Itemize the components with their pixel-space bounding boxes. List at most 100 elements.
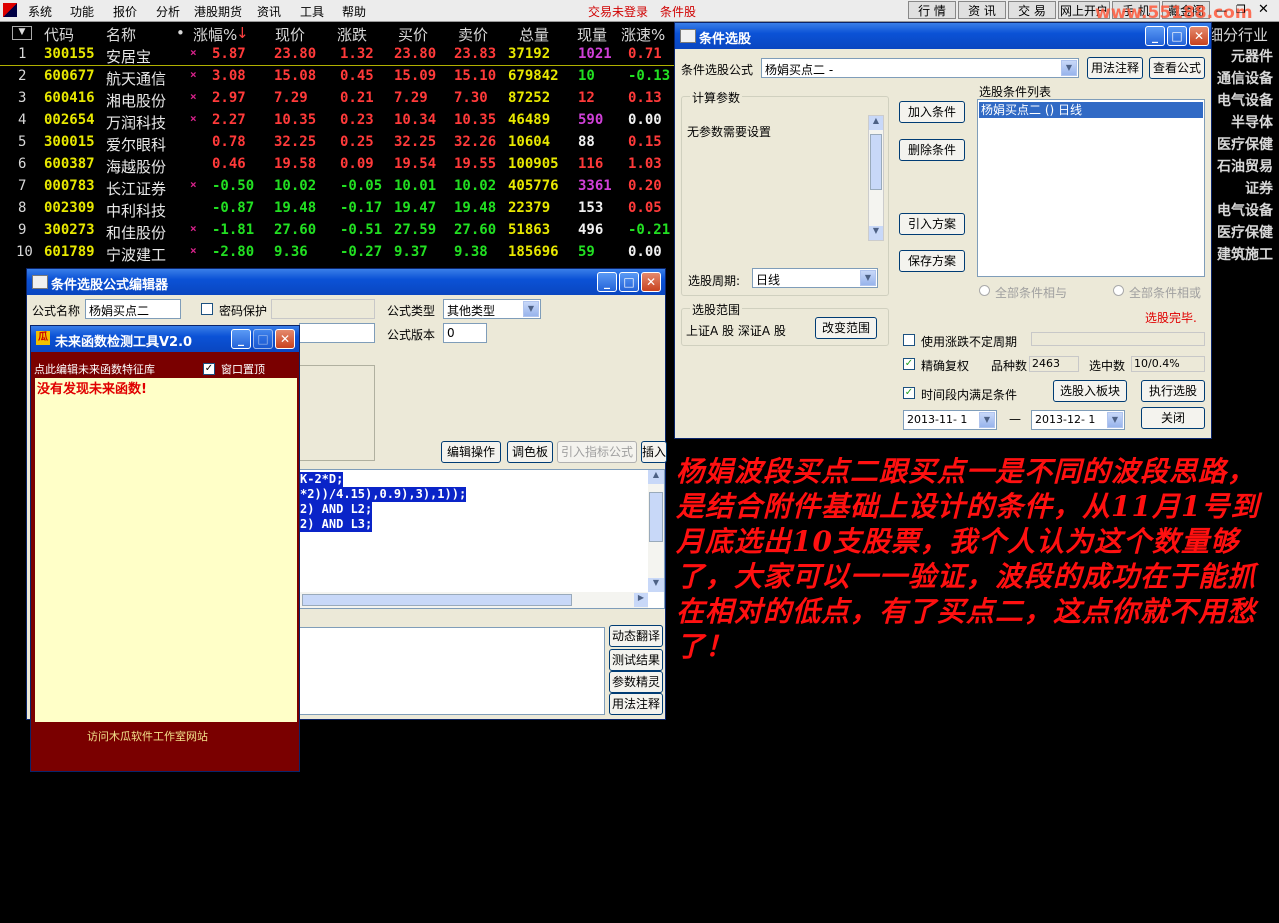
- formula-version-input[interactable]: 0: [443, 323, 487, 343]
- tab-quotes[interactable]: 行 情: [908, 1, 956, 19]
- minimize-icon[interactable]: _: [597, 272, 617, 292]
- close-icon[interactable]: ✕: [275, 329, 295, 349]
- topmost-checkbox[interactable]: ✓: [203, 363, 215, 375]
- minimize-icon[interactable]: _: [231, 329, 251, 349]
- col-code[interactable]: 代码: [44, 24, 74, 45]
- menu-info[interactable]: 资讯: [257, 3, 281, 20]
- edit-ops-button[interactable]: 编辑操作: [441, 441, 501, 463]
- menu-system[interactable]: 系统: [28, 3, 52, 20]
- change-range-button[interactable]: 改变范围: [815, 317, 877, 339]
- menu-tools[interactable]: 工具: [300, 3, 324, 20]
- edit-lib-link[interactable]: 点此编辑未来函数特征库: [34, 361, 155, 377]
- uncertain-label: 使用涨跌不定周期: [921, 335, 1018, 349]
- radio-and-icon[interactable]: [979, 285, 990, 296]
- date-to-picker[interactable]: 2013-12- 1 ▼: [1031, 410, 1125, 430]
- row-name: 长江证券: [106, 180, 167, 198]
- view-formula-button[interactable]: 查看公式: [1149, 57, 1205, 79]
- code-editor[interactable]: K-2*D; *2))/4.15),0.9),3),1)); 2) AND L2…: [299, 469, 665, 609]
- menu-analysis[interactable]: 分析: [156, 3, 180, 20]
- stock-screener-titlebar[interactable]: 条件选股 _ □ ✕: [675, 23, 1211, 49]
- tab-trade[interactable]: 交 易: [1008, 1, 1056, 19]
- future-func-titlebar[interactable]: 瓜 未来函数检测工具V2.0 _ □ ✕: [31, 326, 299, 352]
- close-icon[interactable]: ✕: [641, 272, 661, 292]
- minimize-icon[interactable]: _: [1145, 26, 1165, 46]
- condition-list[interactable]: 杨娟买点二 () 日线: [977, 99, 1205, 277]
- maximize-icon[interactable]: □: [1167, 26, 1187, 46]
- menu-function[interactable]: 功能: [70, 3, 94, 20]
- chevron-down-icon[interactable]: ▼: [1061, 60, 1077, 76]
- params-scrollbar[interactable]: ▲ ▼: [868, 115, 884, 241]
- scroll-up-icon[interactable]: ▲: [648, 470, 664, 484]
- scroll-thumb[interactable]: [302, 594, 572, 606]
- menu-hk-futures[interactable]: 港股期货: [194, 3, 242, 20]
- maximize-icon[interactable]: □: [619, 272, 639, 292]
- radio-or-icon[interactable]: [1113, 285, 1124, 296]
- tab-news[interactable]: 资 讯: [958, 1, 1006, 19]
- close-icon[interactable]: ✕: [1258, 2, 1272, 17]
- formula-desc-input[interactable]: [299, 323, 375, 343]
- maximize-icon[interactable]: □: [253, 329, 273, 349]
- column-menu-icon[interactable]: ▼: [12, 26, 32, 40]
- top-sector-header[interactable]: 细分行业: [1208, 24, 1268, 45]
- formula-name-input[interactable]: 杨娟买点二: [85, 299, 181, 319]
- trade-status[interactable]: 交易未登录: [588, 3, 648, 20]
- close-icon[interactable]: ✕: [1189, 26, 1209, 46]
- formula-select[interactable]: 杨娟买点二 - ▼: [761, 58, 1079, 78]
- scroll-thumb[interactable]: [649, 492, 663, 542]
- precise-checkbox[interactable]: ✓: [903, 358, 915, 370]
- time-cond-checkbox[interactable]: ✓: [903, 387, 915, 399]
- palette-button[interactable]: 调色板: [507, 441, 553, 463]
- delete-condition-button[interactable]: 删除条件: [899, 139, 965, 161]
- all-and-label: 全部条件相与: [995, 286, 1068, 300]
- col-cur-vol[interactable]: 现量: [577, 24, 607, 45]
- formula-type-select[interactable]: 其他类型 ▼: [443, 299, 541, 319]
- add-condition-button[interactable]: 加入条件: [899, 101, 965, 123]
- usage-note-button[interactable]: 用法注释: [1087, 57, 1143, 79]
- formula-editor-titlebar[interactable]: 条件选股公式编辑器 _ □ ✕: [27, 269, 665, 295]
- condition-list-item[interactable]: 杨娟买点二 () 日线: [979, 102, 1203, 118]
- col-change[interactable]: 涨跌: [337, 24, 367, 45]
- row-speed: -0.13: [628, 68, 671, 84]
- date-from-picker[interactable]: 2013-11- 1 ▼: [903, 410, 997, 430]
- chevron-down-icon[interactable]: ▼: [979, 412, 995, 428]
- col-pct[interactable]: 涨幅%: [193, 24, 237, 45]
- col-speed[interactable]: 涨速%: [621, 24, 665, 45]
- period-select[interactable]: 日线 ▼: [752, 268, 878, 288]
- row-volume: 87252: [508, 90, 551, 106]
- visit-site-link[interactable]: 访问木瓜软件工作室网站: [87, 728, 208, 744]
- import-indicator-button[interactable]: 引入指标公式: [557, 441, 637, 463]
- col-ask[interactable]: 卖价: [458, 24, 488, 45]
- to-board-button[interactable]: 选股入板块: [1053, 380, 1127, 402]
- scroll-down-icon[interactable]: ▼: [869, 226, 883, 240]
- chevron-down-icon[interactable]: ▼: [1107, 412, 1123, 428]
- code-vscroll[interactable]: ▲ ▼: [648, 470, 664, 592]
- import-plan-button[interactable]: 引入方案: [899, 213, 965, 235]
- menu-quote[interactable]: 报价: [113, 3, 137, 20]
- menu-help[interactable]: 帮助: [342, 3, 366, 20]
- scroll-right-icon[interactable]: ▶: [634, 593, 648, 607]
- test-result-button[interactable]: 测试结果: [609, 649, 663, 671]
- code-hscroll[interactable]: ▶: [300, 592, 648, 608]
- condition-stock-status[interactable]: 条件股: [660, 3, 696, 20]
- execute-button[interactable]: 执行选股: [1141, 380, 1205, 402]
- restore-icon[interactable]: ❐: [1236, 3, 1250, 16]
- window-title: 未来函数检测工具V2.0: [55, 335, 193, 350]
- param-wizard-button[interactable]: 参数精灵: [609, 671, 663, 693]
- minimize-icon[interactable]: —: [1216, 4, 1230, 17]
- usage-note-button[interactable]: 用法注释: [609, 693, 663, 715]
- chevron-down-icon[interactable]: ▼: [523, 301, 539, 317]
- password-checkbox[interactable]: [201, 303, 213, 315]
- uncertain-checkbox[interactable]: [903, 334, 915, 346]
- close-button[interactable]: 关闭: [1141, 407, 1205, 429]
- scroll-thumb[interactable]: [870, 134, 882, 190]
- col-bid[interactable]: 买价: [398, 24, 428, 45]
- scroll-up-icon[interactable]: ▲: [869, 116, 883, 130]
- col-name[interactable]: 名称: [106, 24, 136, 45]
- chevron-down-icon[interactable]: ▼: [860, 270, 876, 286]
- save-plan-button[interactable]: 保存方案: [899, 250, 965, 272]
- col-price[interactable]: 现价: [275, 24, 305, 45]
- dynamic-translate-button[interactable]: 动态翻译: [609, 625, 663, 647]
- col-volume[interactable]: 总量: [519, 24, 549, 45]
- insert-button[interactable]: 插入: [641, 441, 667, 463]
- scroll-down-icon[interactable]: ▼: [648, 578, 664, 592]
